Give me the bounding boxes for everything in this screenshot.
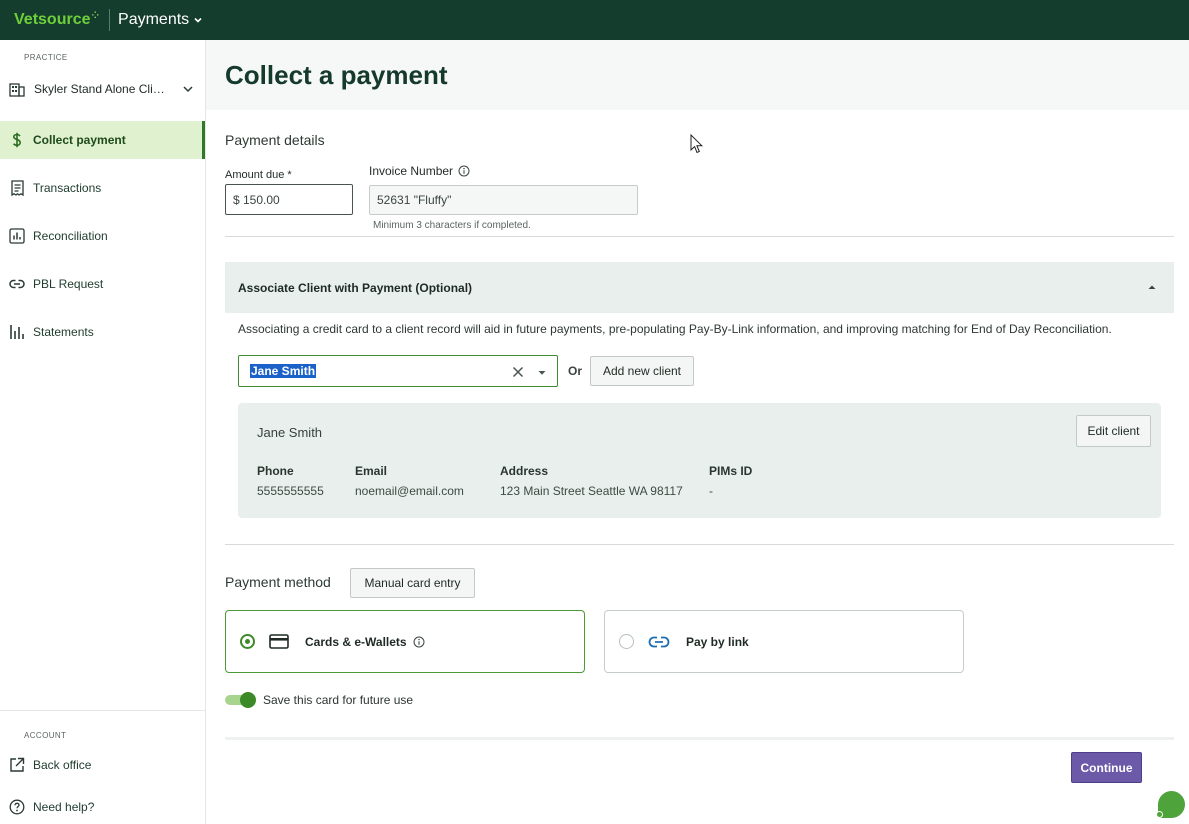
amount-due-label: Amount due * (225, 169, 292, 181)
client-search-value: Jane Smith (250, 364, 317, 378)
client-address-value: 123 Main Street Seattle WA 98117 (500, 484, 683, 498)
or-label: Or (568, 364, 583, 378)
payment-option-label: Pay by link (686, 634, 749, 649)
practice-section-label: PRACTICE (24, 53, 68, 62)
dropdown-arrow-icon[interactable] (537, 370, 547, 376)
invoice-number-label: Invoice Number (369, 164, 454, 178)
invoice-number-value: 52631 "Fluffy" (377, 193, 452, 207)
client-pims-key: PIMs ID (709, 464, 753, 478)
client-search-combobox[interactable]: Jane Smith (238, 355, 558, 387)
section-divider (225, 544, 1174, 545)
sidebar: PRACTICE Skyler Stand Alone Cli… Collect… (0, 40, 206, 824)
main-content: Collect a payment Payment details Amount… (206, 40, 1189, 824)
sidebar-item-label: Reconciliation (33, 229, 108, 243)
save-card-toggle[interactable] (225, 692, 256, 708)
practice-name: Skyler Stand Alone Cli… (34, 82, 165, 96)
clear-icon[interactable] (511, 365, 525, 379)
continue-button[interactable]: Continue (1071, 752, 1142, 783)
logo-dots-icon: ⁘ (91, 9, 100, 20)
save-card-row: Save this card for future use (225, 692, 413, 708)
amount-due-input[interactable]: $ 150.00 (225, 184, 353, 215)
client-phone: Phone 5555555555 (257, 464, 324, 498)
external-link-icon (9, 757, 25, 773)
chat-status-dot (1156, 811, 1163, 818)
dollar-icon (9, 132, 25, 148)
edit-client-button[interactable]: Edit client (1076, 415, 1151, 447)
top-bar: Vetsource ⁘ Payments (0, 0, 1189, 40)
sidebar-item-collect-payment[interactable]: Collect payment (0, 121, 205, 159)
client-phone-key: Phone (257, 464, 294, 478)
sidebar-item-label: Back office (33, 758, 92, 772)
info-icon[interactable] (458, 165, 470, 177)
client-pims-id: PIMs ID - (709, 464, 752, 498)
credit-card-icon (269, 634, 289, 649)
associate-client-title: Associate Client with Payment (Optional) (238, 280, 473, 295)
associate-client-header[interactable]: Associate Client with Payment (Optional) (225, 262, 1174, 313)
sidebar-item-pbl-request[interactable]: PBL Request (0, 265, 205, 303)
toggle-knob (240, 692, 256, 708)
receipt-icon (9, 180, 25, 196)
client-name: Jane Smith (257, 425, 323, 440)
client-address-key: Address (500, 464, 549, 478)
link-icon (648, 636, 670, 648)
brand-name: Vetsource (14, 11, 91, 28)
sidebar-item-label: Transactions (33, 181, 102, 195)
payment-option-cards[interactable]: Cards & e-Wallets (225, 610, 585, 673)
help-icon (9, 799, 25, 815)
mouse-cursor-icon (690, 134, 704, 154)
app-switcher[interactable]: Payments (118, 11, 203, 29)
client-email-key: Email (355, 464, 388, 478)
sidebar-item-label: Statements (33, 325, 94, 339)
client-pims-value: - (709, 484, 713, 498)
invoice-hint: Minimum 3 characters if completed. (373, 220, 531, 231)
manual-card-entry-button[interactable]: Manual card entry (350, 568, 475, 598)
footer-bar (225, 737, 1174, 792)
vetsource-logo[interactable]: Vetsource ⁘ (14, 9, 100, 29)
page-title: Collect a payment (225, 60, 448, 90)
client-details-card: Jane Smith Edit client Phone 5555555555 … (238, 403, 1161, 518)
radio-selected[interactable] (240, 634, 255, 649)
sidebar-item-label: PBL Request (33, 277, 104, 291)
amount-due-value: $ 150.00 (233, 192, 280, 207)
sidebar-item-statements[interactable]: Statements (0, 313, 205, 351)
section-divider (225, 236, 1174, 237)
client-address: Address 123 Main Street Seattle WA 98117 (500, 464, 683, 498)
sidebar-item-need-help[interactable]: Need help? (0, 788, 205, 824)
chevron-down-icon (183, 86, 193, 93)
sidebar-item-transactions[interactable]: Transactions (0, 169, 205, 207)
sidebar-item-reconciliation[interactable]: Reconciliation (0, 217, 205, 255)
payment-method-label: Payment method (225, 574, 331, 590)
client-email-value: noemail@email.com (355, 484, 464, 498)
practice-selector[interactable]: Skyler Stand Alone Cli… (8, 76, 198, 102)
radio-unselected[interactable] (619, 634, 634, 649)
client-email: Email noemail@email.com (355, 464, 464, 498)
sidebar-item-back-office[interactable]: Back office (0, 746, 205, 784)
associate-client-description: Associating a credit card to a client re… (238, 322, 1112, 336)
invoice-number-label-group: Invoice Number (369, 164, 470, 178)
account-section-label: ACCOUNT (24, 731, 67, 740)
bar-chart-icon (9, 324, 25, 340)
info-icon[interactable] (413, 636, 425, 648)
app-name: Payments (118, 11, 190, 28)
topbar-divider (109, 9, 111, 31)
sidebar-divider (0, 710, 205, 711)
building-icon (9, 83, 25, 97)
payment-option-label: Cards & e-Wallets (305, 634, 407, 649)
payment-details-title: Payment details (225, 132, 325, 148)
link-icon (9, 276, 25, 292)
page-header: Collect a payment (206, 40, 1189, 110)
add-new-client-button[interactable]: Add new client (590, 356, 694, 386)
sidebar-item-label: Need help? (33, 800, 95, 814)
payment-option-pay-by-link[interactable]: Pay by link (604, 610, 964, 673)
client-phone-value: 5555555555 (257, 484, 324, 498)
invoice-number-input[interactable]: 52631 "Fluffy" (369, 185, 638, 215)
chart-box-icon (9, 228, 25, 244)
chevron-down-icon (194, 17, 202, 23)
sidebar-item-label: Collect payment (33, 133, 126, 147)
caret-up-icon (1148, 285, 1156, 289)
save-card-label: Save this card for future use (263, 693, 414, 707)
